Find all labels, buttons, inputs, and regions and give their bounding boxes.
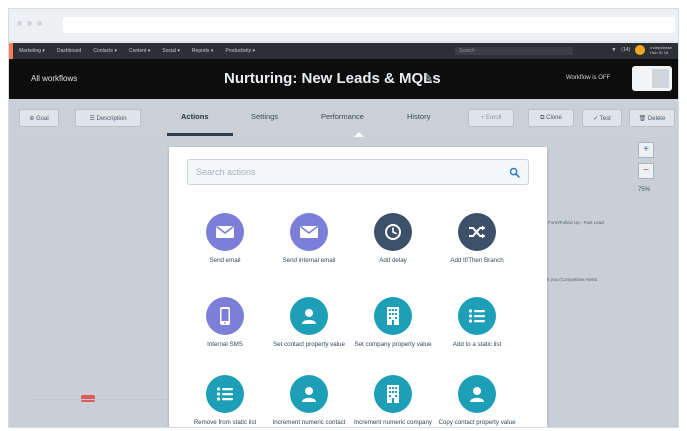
action-label: Set company property value xyxy=(354,341,432,348)
tab-performance[interactable]: Performance xyxy=(321,112,364,121)
action-add-to-static-list[interactable]: Add to a static list xyxy=(437,297,517,349)
clone-button[interactable]: ⧉ Clone xyxy=(528,109,574,127)
tab-actions[interactable]: Actions xyxy=(181,112,209,121)
envelope-icon xyxy=(290,213,328,251)
phone-icon xyxy=(206,297,244,335)
top-navigation: Marketing ▾ Dashboard Contacts ▾ Content… xyxy=(9,43,678,59)
action-label: Add delay xyxy=(379,257,407,264)
tab-settings[interactable]: Settings xyxy=(251,112,278,121)
workflow-header: All workflows Nurturing: New Leads & MQL… xyxy=(9,59,678,99)
action-copy-contact-property[interactable]: Copy contact property value xyxy=(437,375,517,427)
zoom-level: 75% xyxy=(638,187,651,193)
action-set-contact-property[interactable]: Set contact property value xyxy=(269,297,349,349)
pencil-icon[interactable]: ✎ xyxy=(423,71,433,85)
search-icon[interactable] xyxy=(509,167,520,178)
action-increment-company-property[interactable]: Increment numeric company property xyxy=(353,375,433,427)
action-label: Copy contact property value xyxy=(438,419,516,426)
list-icon xyxy=(206,375,244,413)
search-actions-input[interactable] xyxy=(188,160,498,184)
account-hub-id: Hub ID 18 xyxy=(650,50,669,55)
address-bar[interactable] xyxy=(63,17,675,33)
description-button[interactable]: ☰ Description xyxy=(75,109,141,127)
zoom-in-button[interactable]: + xyxy=(638,142,654,158)
clock-icon xyxy=(374,213,412,251)
global-search-input[interactable]: Search xyxy=(455,47,573,55)
goal-button[interactable]: ⊕ Goal xyxy=(19,109,59,127)
wifi-icon[interactable]: ▼ xyxy=(611,47,616,53)
building-icon xyxy=(374,297,412,335)
nav-reports[interactable]: Reports ▾ xyxy=(186,48,219,54)
action-label: Send email xyxy=(209,257,241,264)
delete-button[interactable]: 🗑 Delete xyxy=(629,109,675,127)
zoom-out-button[interactable]: − xyxy=(638,163,654,179)
workflow-status: Workflow is OFF xyxy=(566,75,611,81)
nav-productivity[interactable]: Productivity ▾ xyxy=(219,48,261,54)
action-internal-sms[interactable]: Internal SMS xyxy=(185,297,265,349)
action-label: Set contact property value xyxy=(273,341,345,348)
building-icon xyxy=(374,375,412,413)
person-icon xyxy=(290,297,328,335)
workflow-toolbar: ⊕ Goal ☰ Description Actions Settings Pe… xyxy=(9,99,678,138)
action-label: Increment numeric company property xyxy=(353,419,433,426)
nav-contacts[interactable]: Contacts ▾ xyxy=(87,48,123,54)
close-window-icon[interactable] xyxy=(17,21,22,26)
browser-chrome xyxy=(9,9,678,42)
action-label: Add If/Then Branch xyxy=(450,257,504,264)
nav-dashboard[interactable]: Dashboard xyxy=(51,48,87,54)
nav-social[interactable]: Social ▾ xyxy=(156,48,186,54)
action-send-internal-email[interactable]: Send internal email xyxy=(269,213,349,265)
avatar[interactable] xyxy=(635,45,646,55)
action-increment-contact-property[interactable]: Increment numeric contact property xyxy=(269,375,349,427)
enroll-button[interactable]: + Enroll xyxy=(468,109,514,127)
notification-count[interactable]: (14) xyxy=(621,47,630,53)
shuffle-icon xyxy=(458,213,496,251)
action-set-company-property[interactable]: Set company property value xyxy=(353,297,433,349)
tab-history[interactable]: History xyxy=(407,112,430,121)
workflow-on-off-toggle[interactable] xyxy=(632,66,672,91)
search-actions-field[interactable] xyxy=(187,159,529,185)
divider xyxy=(29,399,169,400)
action-label: Send internal email xyxy=(282,257,336,264)
browser-window: Marketing ▾ Dashboard Contacts ▾ Content… xyxy=(8,8,679,428)
action-add-if-then-branch[interactable]: Add If/Then Branch xyxy=(437,213,517,265)
action-remove-from-static-list[interactable]: Remove from static list xyxy=(185,375,265,427)
active-tab-indicator xyxy=(167,133,233,136)
account-menu[interactable]: Indepolease Hub ID 18 xyxy=(650,45,672,55)
actions-popover: Send email Send internal email Add delay… xyxy=(169,147,547,427)
person-icon xyxy=(290,375,328,413)
nav-marketing[interactable]: Marketing ▾ xyxy=(13,48,51,54)
window-controls xyxy=(17,21,42,26)
action-label: Remove from static list xyxy=(193,419,257,426)
action-label: Internal SMS xyxy=(207,341,243,348)
list-icon xyxy=(458,297,496,335)
nav-content[interactable]: Content ▾ xyxy=(123,48,156,54)
test-button[interactable]: ✓ Test xyxy=(582,109,622,127)
background-action-text: Ideal Form/Follow Up - Fast Lead xyxy=(537,220,604,225)
envelope-icon xyxy=(206,213,244,251)
maximize-window-icon[interactable] xyxy=(37,21,42,26)
action-add-delay[interactable]: Add delay xyxy=(353,213,433,265)
all-workflows-link[interactable]: All workflows xyxy=(31,74,77,83)
toggle-knob xyxy=(652,69,669,88)
person-icon xyxy=(458,375,496,413)
action-label: Add to a static list xyxy=(452,341,502,348)
account-area: ▼ (14) Indepolease Hub ID 18 xyxy=(611,45,672,55)
action-send-email[interactable]: Send email xyxy=(185,213,265,265)
minimize-window-icon[interactable] xyxy=(27,21,32,26)
action-label: Increment numeric contact property xyxy=(272,419,346,426)
workflow-title: Nurturing: New Leads & MQLs xyxy=(224,70,441,87)
